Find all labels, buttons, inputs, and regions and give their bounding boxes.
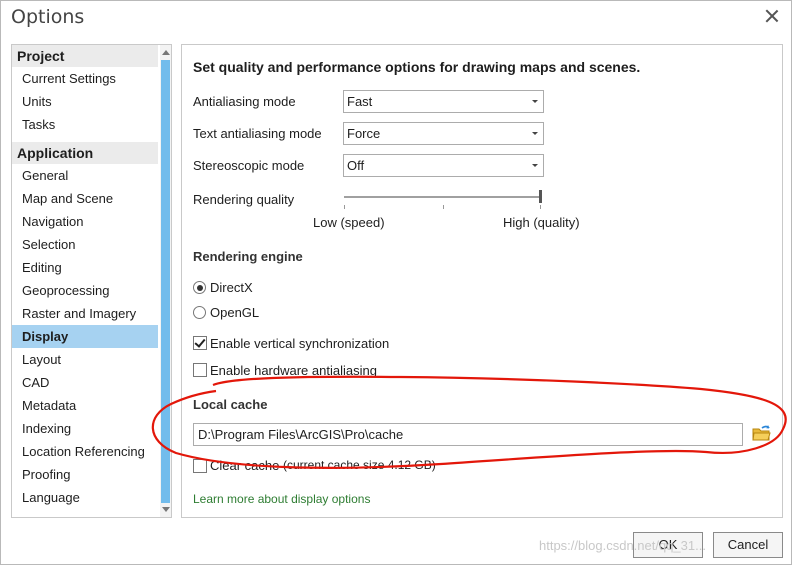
text-antialiasing-mode-select[interactable]: Force	[343, 122, 544, 145]
antialiasing-mode-select[interactable]: Fast	[343, 90, 544, 113]
cache-path-input[interactable]: D:\Program Files\ArcGIS\Pro\cache	[193, 423, 743, 446]
clear-cache-label[interactable]: Clear cache	[210, 458, 279, 473]
cancel-button[interactable]: Cancel	[713, 532, 783, 558]
options-dialog: Options Project Current Settings Units T…	[0, 0, 792, 565]
scroll-up-icon[interactable]	[162, 50, 170, 55]
sidebar-item-cad[interactable]: CAD	[12, 371, 158, 394]
sidebar-item-location-referencing[interactable]: Location Referencing	[12, 440, 158, 463]
sidebar-item-geoprocessing[interactable]: Geoprocessing	[12, 279, 158, 302]
directx-radio[interactable]	[193, 281, 206, 294]
sidebar-group-application: Application	[12, 142, 158, 164]
options-sidebar: Project Current Settings Units Tasks App…	[11, 44, 172, 518]
sidebar-item-tasks[interactable]: Tasks	[12, 113, 158, 136]
clear-cache-checkbox[interactable]	[193, 459, 207, 473]
slider-tick	[443, 205, 444, 209]
opengl-radio[interactable]	[193, 306, 206, 319]
sidebar-item-navigation[interactable]: Navigation	[12, 210, 158, 233]
stereoscopic-mode-select[interactable]: Off	[343, 154, 544, 177]
chevron-down-icon	[532, 164, 538, 167]
hardware-antialiasing-checkbox[interactable]	[193, 363, 207, 377]
local-cache-heading: Local cache	[193, 397, 268, 412]
sidebar-item-units[interactable]: Units	[12, 90, 158, 113]
slider-low-label: Low (speed)	[313, 215, 385, 230]
text-antialiasing-mode-value: Force	[347, 126, 381, 141]
cache-size-text: (current cache size 4.12 GB)	[283, 458, 436, 472]
scroll-down-icon[interactable]	[162, 507, 170, 512]
sidebar-item-language[interactable]: Language	[12, 486, 158, 509]
sidebar-item-selection[interactable]: Selection	[12, 233, 158, 256]
cache-path-value: D:\Program Files\ArcGIS\Pro\cache	[198, 427, 404, 442]
sidebar-scrollbar[interactable]	[160, 45, 171, 517]
sidebar-list: Project Current Settings Units Tasks App…	[12, 45, 158, 509]
chevron-down-icon	[532, 132, 538, 135]
sidebar-item-general[interactable]: General	[12, 164, 158, 187]
sidebar-item-layout[interactable]: Layout	[12, 348, 158, 371]
antialiasing-mode-value: Fast	[347, 94, 373, 109]
directx-label: DirectX	[210, 280, 253, 295]
sidebar-item-editing[interactable]: Editing	[12, 256, 158, 279]
opengl-label: OpenGL	[210, 305, 260, 320]
antialiasing-label: Antialiasing mode	[193, 94, 296, 109]
stereoscopic-mode-value: Off	[347, 158, 365, 173]
browse-folder-icon[interactable]	[751, 423, 771, 443]
stereoscopic-label: Stereoscopic mode	[193, 158, 305, 173]
text-antialiasing-label: Text antialiasing mode	[193, 126, 322, 141]
rendering-quality-slider-thumb[interactable]	[539, 190, 542, 203]
dialog-title: Options	[11, 6, 85, 28]
rendering-engine-heading: Rendering engine	[193, 249, 303, 264]
sidebar-item-raster-and-imagery[interactable]: Raster and Imagery	[12, 302, 158, 325]
slider-tick	[344, 205, 345, 209]
hardware-antialiasing-label: Enable hardware antialiasing	[210, 363, 377, 378]
scrollbar-thumb[interactable]	[161, 60, 170, 503]
sidebar-item-current-settings[interactable]: Current Settings	[12, 67, 158, 90]
watermark-text: https://blog.csdn.net/qq_31...	[539, 538, 706, 553]
chevron-down-icon	[532, 100, 538, 103]
vsync-checkbox[interactable]	[193, 336, 207, 350]
sidebar-item-proofing[interactable]: Proofing	[12, 463, 158, 486]
sidebar-item-indexing[interactable]: Indexing	[12, 417, 158, 440]
learn-more-link[interactable]: Learn more about display options	[193, 492, 370, 506]
rendering-quality-slider[interactable]	[344, 196, 541, 198]
sidebar-item-map-and-scene[interactable]: Map and Scene	[12, 187, 158, 210]
slider-high-label: High (quality)	[503, 215, 580, 230]
vsync-label: Enable vertical synchronization	[210, 336, 390, 351]
rendering-quality-label: Rendering quality	[193, 192, 295, 207]
display-options-panel: Set quality and performance options for …	[181, 44, 783, 518]
panel-heading: Set quality and performance options for …	[193, 59, 641, 75]
sidebar-group-project: Project	[12, 45, 158, 67]
close-icon[interactable]	[765, 9, 779, 23]
slider-tick	[540, 205, 541, 209]
sidebar-item-metadata[interactable]: Metadata	[12, 394, 158, 417]
sidebar-item-display[interactable]: Display	[12, 325, 158, 348]
